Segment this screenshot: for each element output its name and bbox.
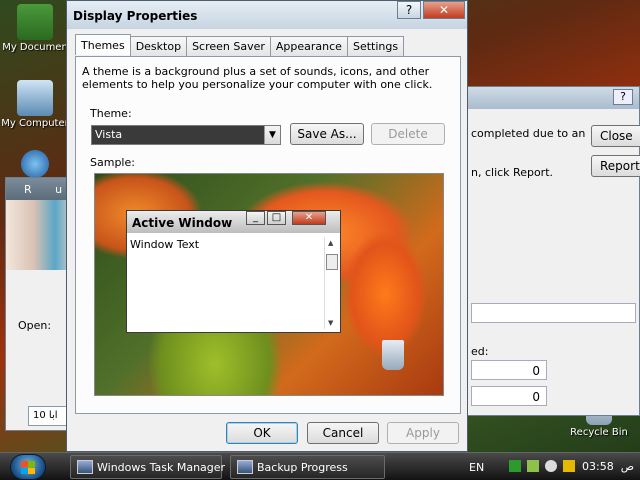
clock[interactable]: 03:58 ص: [582, 460, 634, 473]
windows-logo-icon: [21, 461, 35, 474]
theme-dropdown[interactable]: Vista ▼: [91, 125, 281, 145]
folder-icon: [17, 4, 53, 40]
start-button[interactable]: [10, 454, 46, 480]
report-field-label: ed:: [471, 345, 489, 358]
sample-recycle-bin-icon: [382, 340, 404, 370]
save-as-button[interactable]: Save As...: [290, 123, 364, 145]
my-documents-label: My Documen: [2, 42, 68, 53]
maximize-icon: □: [267, 211, 286, 225]
computer-icon: [17, 80, 53, 116]
sample-label: Sample:: [90, 156, 135, 169]
report-value-1[interactable]: 0: [471, 360, 547, 380]
backup-icon: [237, 460, 253, 474]
report-close-button[interactable]: Close: [591, 125, 640, 147]
network-tray-icon[interactable]: [509, 460, 521, 472]
ok-button[interactable]: OK: [226, 422, 298, 444]
tab-strip: Themes Desktop Screen Saver Appearance S…: [75, 34, 405, 56]
dialog-titlebar[interactable]: Display Properties ? ✕: [67, 1, 467, 29]
language-indicator[interactable]: EN: [469, 461, 484, 474]
help-icon: ?: [405, 3, 413, 17]
theme-label: Theme:: [90, 107, 132, 120]
task-manager-label: Windows Task Manager: [97, 461, 226, 474]
report-help-button[interactable]: ?: [613, 89, 633, 105]
delete-button[interactable]: Delete: [371, 123, 445, 145]
error-report-titlebar: ?: [467, 87, 639, 109]
chevron-down-icon[interactable]: ▼: [264, 126, 280, 144]
security-tray-icon[interactable]: [527, 460, 539, 472]
run-open-label: Open:: [18, 319, 52, 332]
apply-button[interactable]: Apply: [387, 422, 459, 444]
taskbar-item-backup-progress[interactable]: Backup Progress: [230, 455, 385, 479]
clock-time: 03:58: [582, 460, 614, 473]
my-documents-desktop-icon[interactable]: My Documen: [0, 4, 70, 53]
scroll-down-icon: ▼: [328, 319, 334, 327]
report-field[interactable]: [471, 303, 636, 323]
minimize-icon: _: [246, 211, 265, 225]
recycle-bin-label: Recycle Bin: [570, 427, 628, 438]
close-button[interactable]: ✕: [423, 1, 465, 19]
theme-dropdown-value: Vista: [92, 126, 264, 144]
scroll-up-icon: ▲: [328, 239, 334, 247]
sample-close-icon: ✕: [292, 211, 326, 225]
tab-settings[interactable]: Settings: [346, 36, 405, 56]
report-value-2[interactable]: 0: [471, 386, 547, 406]
display-properties-dialog[interactable]: Display Properties ? ✕ Themes Desktop Sc…: [66, 0, 468, 452]
tab-themes[interactable]: Themes: [75, 34, 131, 55]
dialog-title: Display Properties: [73, 9, 198, 23]
my-computer-label: My Computer: [1, 118, 69, 129]
sample-scrollbar: ▲ ▼: [324, 237, 338, 329]
update-tray-icon[interactable]: [545, 460, 557, 472]
taskbar: Windows Task Manager Backup Progress EN …: [0, 452, 640, 480]
sample-window-titlebar: Active Window _ □ ✕: [127, 211, 340, 233]
report-message-line1: completed due to an: [471, 127, 586, 140]
theme-description: A theme is a background plus a set of so…: [82, 65, 433, 91]
cancel-button[interactable]: Cancel: [307, 422, 379, 444]
globe-icon: [21, 150, 49, 178]
clock-ampm: ص: [620, 460, 635, 473]
tab-screen-saver[interactable]: Screen Saver: [186, 36, 271, 56]
volume-tray-icon[interactable]: [563, 460, 575, 472]
network-desktop-icon[interactable]: [0, 150, 70, 180]
tab-desktop[interactable]: Desktop: [129, 36, 188, 56]
report-button[interactable]: Report: [591, 155, 640, 177]
my-computer-desktop-icon[interactable]: My Computer: [0, 80, 70, 129]
close-icon: ✕: [438, 3, 450, 17]
report-message-line2: n, click Report.: [471, 166, 554, 179]
taskbar-item-task-manager[interactable]: Windows Task Manager: [70, 455, 226, 479]
sample-window-title: Active Window: [132, 216, 233, 230]
help-button[interactable]: ?: [397, 1, 421, 19]
sample-window-text: Window Text: [130, 238, 200, 251]
task-manager-icon: [77, 460, 93, 474]
tab-appearance[interactable]: Appearance: [269, 36, 348, 56]
scroll-thumb: [326, 254, 338, 270]
backup-progress-label: Backup Progress: [257, 461, 348, 474]
sample-active-window: Active Window _ □ ✕ Window Text ▲ ▼: [126, 210, 341, 333]
error-report-window[interactable]: ? completed due to an n, click Report. C…: [466, 86, 640, 416]
